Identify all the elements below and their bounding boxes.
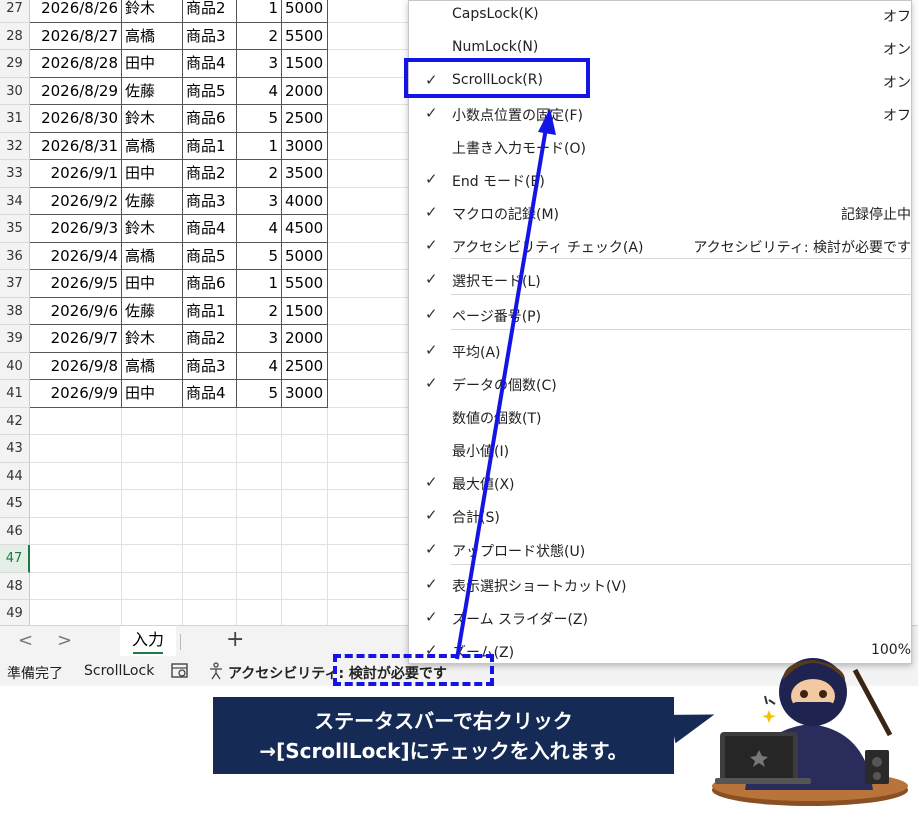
caption-line-2: →[ScrollLock]にチェックを入れます。 bbox=[259, 739, 628, 763]
caption-line-1: ステータスバーで右クリック bbox=[314, 709, 573, 733]
ninja-mascot-illustration bbox=[712, 658, 908, 806]
instruction-caption: ステータスバーで右クリック →[ScrollLock]にチェックを入れます。 bbox=[213, 697, 674, 774]
